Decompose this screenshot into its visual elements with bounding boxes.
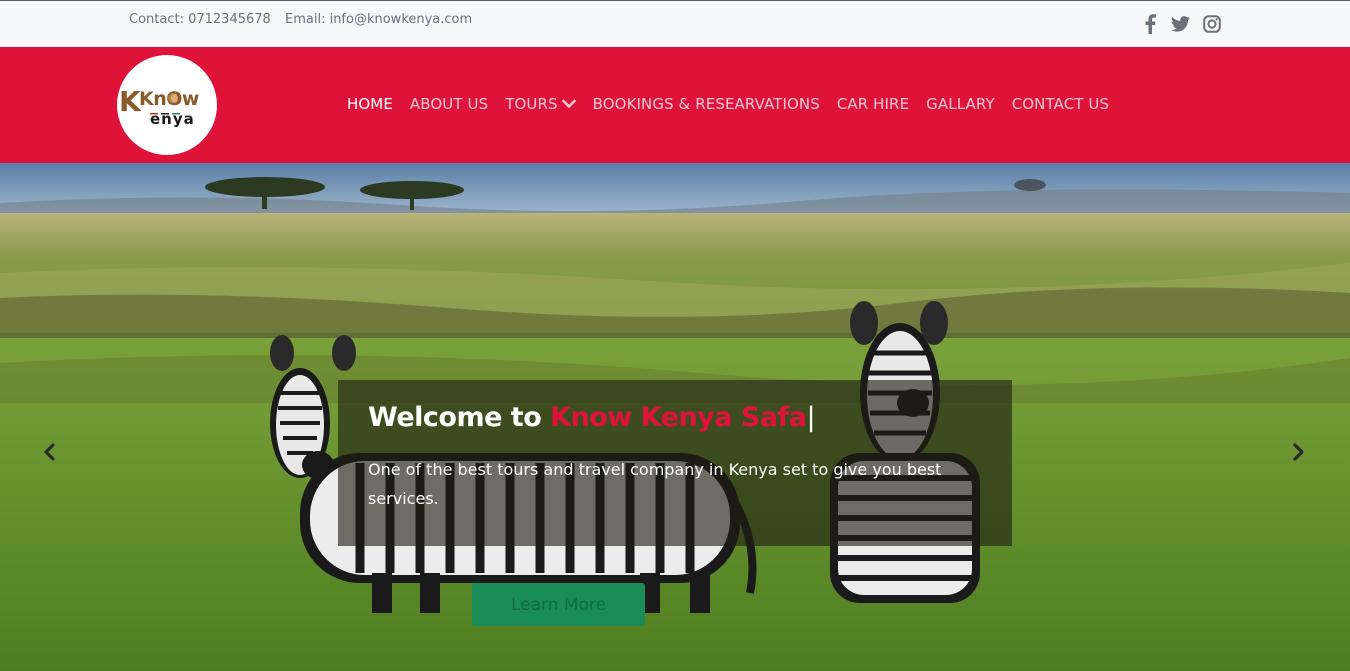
nav-home[interactable]: HOME — [347, 95, 393, 113]
typing-cursor: | — [806, 402, 816, 433]
slider-prev-button[interactable] — [37, 440, 61, 464]
learn-more-button[interactable]: Learn More — [472, 583, 645, 626]
slider-next-button[interactable] — [1287, 440, 1311, 464]
nav-about-us[interactable]: ABOUT US — [410, 95, 488, 113]
hero-caption: Welcome to Know Kenya Safa| One of the b… — [338, 380, 1012, 546]
twitter-icon[interactable] — [1170, 14, 1190, 34]
hero-title-brand: Know Kenya Safa — [550, 402, 807, 433]
hero-title-prefix: Welcome to — [368, 402, 551, 433]
hero-description: One of the best tours and travel company… — [368, 460, 942, 508]
nav-tours[interactable]: TOURS — [505, 95, 557, 113]
instagram-icon[interactable] — [1202, 14, 1222, 34]
hero-title: Welcome to Know Kenya Safa| — [368, 402, 816, 433]
chevron-down-icon — [561, 94, 576, 113]
contact-phone: Contact: 0712345678 — [129, 12, 271, 27]
main-header: K KnOw enya HOME ABOUT US TOURS BOOKINGS… — [0, 47, 1350, 163]
nav-gallery[interactable]: GALLARY — [926, 95, 995, 113]
facebook-icon[interactable] — [1140, 14, 1160, 34]
nav-car-hire[interactable]: CAR HIRE — [837, 95, 909, 113]
site-logo[interactable]: K KnOw enya — [117, 55, 217, 155]
main-navigation: HOME ABOUT US TOURS BOOKINGS & RESEARVAT… — [347, 94, 1109, 113]
top-contact-bar: Contact: 0712345678 Email: info@knowkeny… — [0, 0, 1350, 47]
chevron-left-icon — [44, 443, 55, 461]
hero-slider: Welcome to Know Kenya Safa| One of the b… — [0, 163, 1350, 671]
nav-tours-dropdown[interactable]: TOURS — [505, 94, 576, 113]
logo-line2: enya — [150, 110, 195, 128]
nav-contact-us[interactable]: CONTACT US — [1012, 95, 1109, 113]
contact-email: Email: info@knowkenya.com — [285, 12, 473, 27]
chevron-right-icon — [1293, 443, 1304, 461]
nav-bookings[interactable]: BOOKINGS & RESEARVATIONS — [593, 95, 820, 113]
